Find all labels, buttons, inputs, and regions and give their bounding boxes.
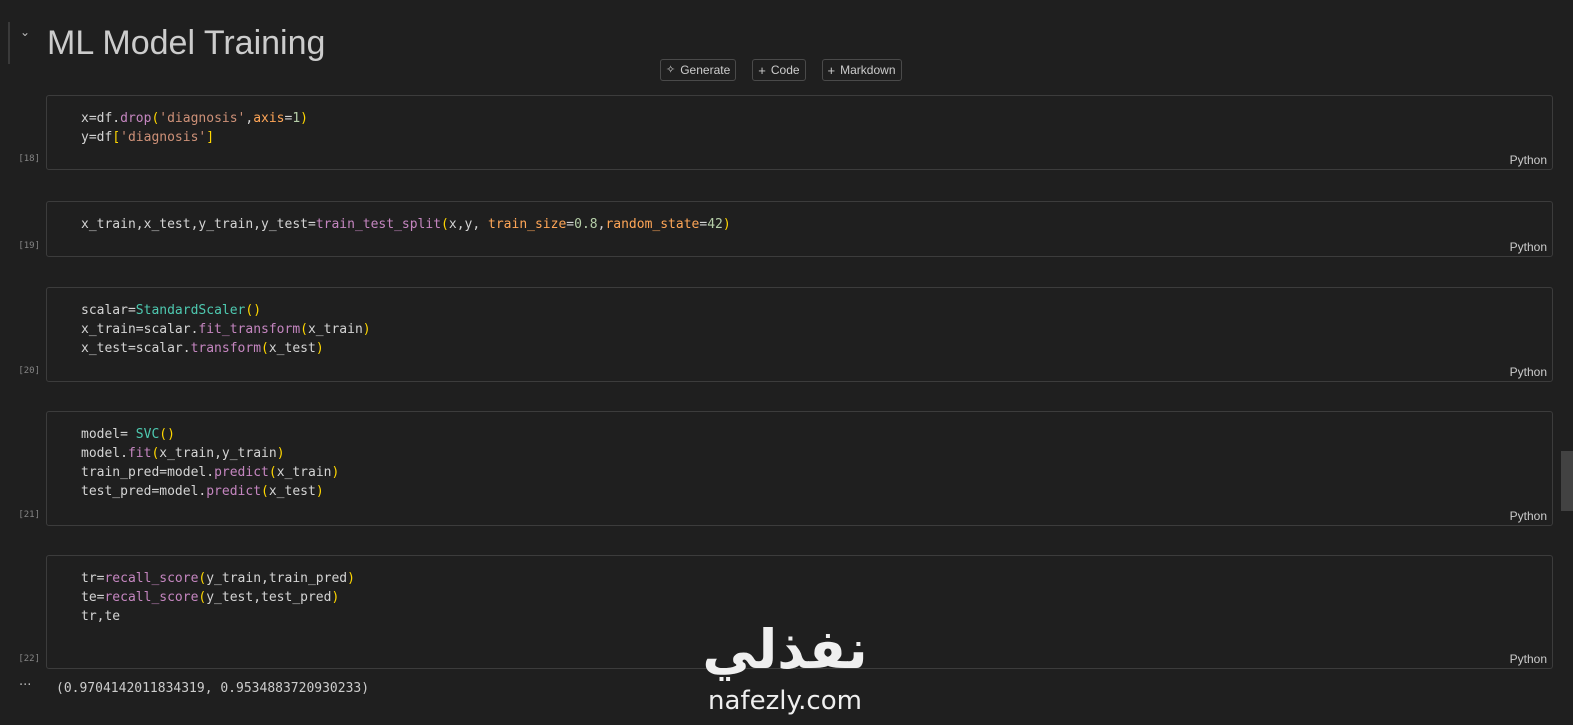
generate-button[interactable]: ✧ Generate	[660, 59, 737, 81]
code-cell[interactable]: model= SVC() model.fit(x_train,y_train) …	[46, 411, 1553, 526]
code-line: scalar=StandardScaler()	[81, 303, 262, 318]
cell-language-label[interactable]: Python	[1510, 240, 1547, 254]
code-line: train_pred=model.predict(x_train)	[81, 465, 340, 480]
sparkle-icon: ✧	[666, 63, 676, 76]
code-line: x_train=scalar.fit_transform(x_train)	[81, 322, 371, 337]
code-editor[interactable]: x=df.drop('diagnosis',axis=1) y=df['diag…	[81, 109, 308, 147]
execution-count: [20]	[18, 366, 40, 376]
code-line: te=recall_score(y_test,test_pred)	[81, 590, 340, 605]
code-editor[interactable]: tr=recall_score(y_train,train_pred) te=r…	[81, 569, 355, 626]
code-label: Code	[770, 63, 800, 77]
code-line: x_test=scalar.transform(x_test)	[81, 341, 324, 356]
code-line: tr=recall_score(y_train,train_pred)	[81, 571, 355, 586]
add-code-cell-button[interactable]: + Code	[752, 59, 806, 81]
code-line: y=df['diagnosis']	[81, 130, 215, 145]
code-line: x_train,x_test,y_train,y_test=train_test…	[81, 217, 731, 232]
cell-language-label[interactable]: Python	[1510, 153, 1547, 167]
code-editor[interactable]: model= SVC() model.fit(x_train,y_train) …	[81, 425, 339, 501]
code-cell[interactable]: x_train,x_test,y_train,y_test=train_test…	[46, 201, 1553, 257]
code-cell[interactable]: x=df.drop('diagnosis',axis=1) y=df['diag…	[46, 95, 1553, 170]
code-line: x=df.drop('diagnosis',axis=1)	[81, 111, 308, 126]
watermark-arabic: نفذلي	[702, 618, 868, 681]
cell-language-label[interactable]: Python	[1510, 365, 1547, 379]
cell-output: (0.9704142011834319, 0.9534883720930233)	[56, 681, 370, 696]
generate-label: Generate	[680, 63, 731, 77]
code-line: tr,te	[81, 609, 121, 624]
code-editor[interactable]: x_train,x_test,y_train,y_test=train_test…	[81, 215, 731, 234]
scrollbar-thumb[interactable]	[1561, 451, 1573, 511]
code-line: model= SVC()	[81, 427, 175, 442]
plus-icon: +	[758, 62, 766, 78]
cell-language-label[interactable]: Python	[1510, 652, 1547, 666]
code-editor[interactable]: scalar=StandardScaler() x_train=scalar.f…	[81, 301, 371, 358]
code-line: model.fit(x_train,y_train)	[81, 446, 285, 461]
markdown-heading: ML Model Training	[47, 24, 326, 62]
code-line: test_pred=model.predict(x_test)	[81, 484, 324, 499]
watermark: نفذلي nafezly.com	[690, 618, 880, 717]
chevron-down-icon[interactable]: ⌄	[17, 24, 33, 40]
add-markdown-cell-button[interactable]: + Markdown	[821, 59, 902, 81]
cell-focus-rail	[8, 22, 10, 64]
execution-count: [21]	[18, 510, 40, 520]
plus-icon: +	[827, 62, 836, 78]
execution-count: [18]	[18, 154, 40, 164]
execution-count: [22]	[18, 654, 40, 664]
insert-cell-toolbar: ✧ Generate + Code + Markdown	[660, 59, 902, 81]
code-cell[interactable]: scalar=StandardScaler() x_train=scalar.f…	[46, 287, 1553, 382]
cell-language-label[interactable]: Python	[1510, 509, 1547, 523]
output-more-icon[interactable]: ···	[19, 678, 31, 693]
execution-count: [19]	[18, 241, 40, 251]
watermark-latin: nafezly.com	[708, 686, 862, 716]
markdown-label: Markdown	[840, 63, 896, 77]
